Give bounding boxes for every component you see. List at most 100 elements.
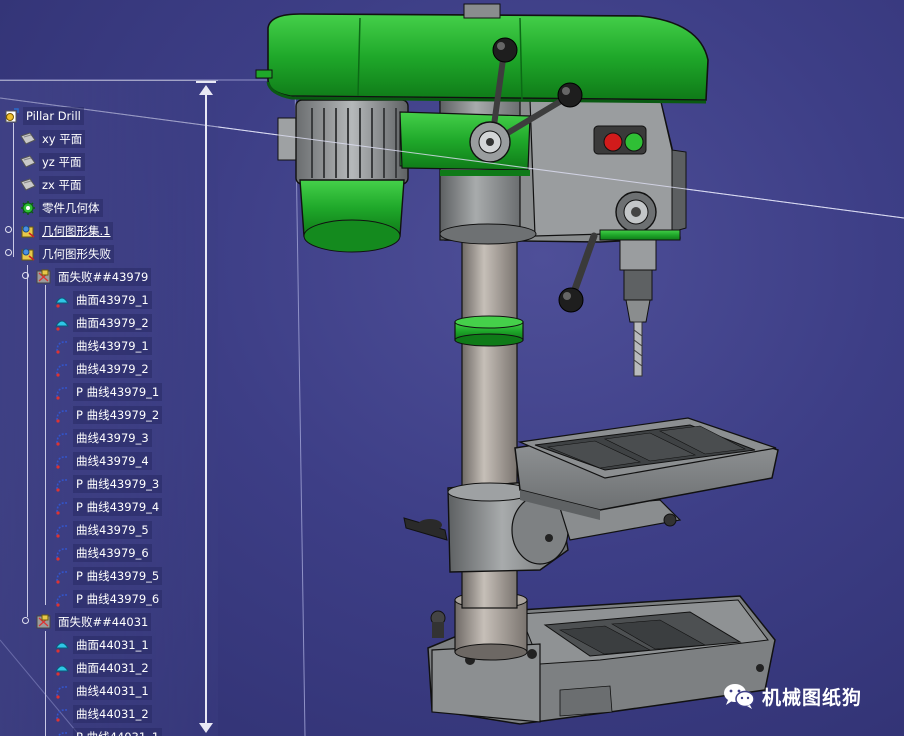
tree-node-label: P 曲线44031_1 bbox=[73, 728, 163, 736]
watermark: 机械图纸狗 bbox=[722, 678, 862, 714]
curve-icon bbox=[56, 548, 68, 561]
curve-icon bbox=[56, 502, 68, 515]
tree-connector bbox=[13, 123, 14, 257]
tree-node[interactable]: 曲线44031_1 bbox=[54, 681, 152, 701]
tree-node[interactable]: 零件几何体 bbox=[20, 198, 103, 218]
tree-expander-icon[interactable] bbox=[5, 249, 12, 256]
tree-node-label: 曲线44031_1 bbox=[73, 682, 152, 700]
belt-cover bbox=[255, 3, 709, 104]
tree-node[interactable]: 面失败##44031 bbox=[36, 612, 152, 632]
tree-node-label: 曲线44031_2 bbox=[73, 705, 152, 723]
curve-icon bbox=[57, 732, 68, 736]
scroll-down-arrow-icon[interactable] bbox=[199, 723, 213, 733]
tree-node[interactable]: 曲线43979_3 bbox=[54, 428, 152, 448]
tree-node-label: 曲面43979_2 bbox=[73, 314, 152, 332]
tree-node-label: 曲面43979_1 bbox=[73, 291, 152, 309]
tree-node[interactable]: zx 平面 bbox=[20, 175, 85, 195]
tree-node[interactable]: 曲面43979_1 bbox=[54, 290, 152, 310]
surface-icon bbox=[55, 642, 69, 653]
curve-icon bbox=[56, 709, 68, 722]
tree-node-label: P 曲线43979_4 bbox=[73, 498, 163, 516]
root-part-icon bbox=[5, 108, 19, 123]
tree-node-label: P 曲线43979_1 bbox=[73, 383, 163, 401]
tree-node-label: 曲线43979_1 bbox=[73, 337, 152, 355]
curve-icon bbox=[56, 686, 68, 699]
scroll-up-arrow-icon[interactable] bbox=[199, 85, 213, 95]
tree-node[interactable]: P 曲线44031_1 bbox=[54, 727, 163, 736]
tree-node[interactable]: Pillar Drill bbox=[4, 106, 84, 126]
tree-node-label: P 曲线43979_5 bbox=[73, 567, 163, 585]
tree-node[interactable]: 几何图形失败 bbox=[20, 244, 114, 264]
tree-node[interactable]: xy 平面 bbox=[20, 129, 86, 149]
curve-icon bbox=[56, 479, 68, 492]
tree-node[interactable]: 几何图形集.1 bbox=[20, 221, 114, 241]
tree-node[interactable]: 曲面44031_2 bbox=[54, 658, 152, 678]
tree-node-label: 曲面44031_1 bbox=[73, 636, 152, 654]
curve-icon bbox=[56, 410, 68, 423]
curve-icon bbox=[56, 571, 68, 584]
scrollbar-top-bar bbox=[196, 81, 216, 83]
failed-face-icon bbox=[36, 269, 51, 284]
watermark-text: 机械图纸狗 bbox=[762, 686, 863, 709]
tree-node-label: zx 平面 bbox=[39, 176, 85, 194]
tree-node-label: 零件几何体 bbox=[39, 199, 103, 217]
column-ring bbox=[454, 315, 524, 347]
tree-expander-icon[interactable] bbox=[5, 226, 12, 233]
tree-node[interactable]: 曲线43979_6 bbox=[54, 543, 152, 563]
tree-node[interactable]: 曲面44031_1 bbox=[54, 635, 152, 655]
tree-node-label: 曲线43979_2 bbox=[73, 360, 152, 378]
curve-icon bbox=[56, 387, 68, 400]
body-gear-icon bbox=[21, 201, 35, 215]
tree-node-label: 曲面44031_2 bbox=[73, 659, 152, 677]
curve-icon bbox=[56, 525, 68, 538]
tree-node[interactable]: P 曲线43979_4 bbox=[54, 497, 163, 517]
tree-node[interactable]: P 曲线43979_2 bbox=[54, 405, 163, 425]
tree-expander-icon[interactable] bbox=[22, 617, 29, 624]
specification-tree[interactable]: Pillar Drill xy 平面 yz 平面 zx 平面零件几何体几何图形集.1 几… bbox=[0, 80, 218, 736]
tree-node[interactable]: P 曲线43979_3 bbox=[54, 474, 163, 494]
scrollbar-rail[interactable] bbox=[205, 89, 207, 729]
surface-icon bbox=[55, 320, 69, 331]
tree-node[interactable]: P 曲线43979_1 bbox=[54, 382, 163, 402]
tree-node[interactable]: 面失败##43979 bbox=[36, 267, 152, 287]
tree-node-label: P 曲线43979_6 bbox=[73, 590, 163, 608]
tree-node-label: 几何图形失败 bbox=[39, 245, 114, 263]
tree-node[interactable]: 曲线43979_5 bbox=[54, 520, 152, 540]
tree-node-label: 曲线43979_5 bbox=[73, 521, 152, 539]
feed-handle-lower bbox=[558, 232, 598, 313]
tree-node-label: 曲线43979_4 bbox=[73, 452, 152, 470]
tree-node-label: P 曲线43979_2 bbox=[73, 406, 163, 424]
plane-icon bbox=[20, 155, 36, 168]
tree-node[interactable]: P 曲线43979_6 bbox=[54, 589, 163, 609]
tree-node-label: 几何图形集.1 bbox=[39, 222, 114, 240]
spindle-chuck bbox=[599, 229, 681, 377]
tree-node-label: P 曲线43979_3 bbox=[73, 475, 163, 493]
tree-scrollbar[interactable] bbox=[196, 81, 216, 736]
tree-expander-icon[interactable] bbox=[22, 272, 29, 279]
tree-node[interactable]: 曲线44031_2 bbox=[54, 704, 152, 724]
geometric-set-icon bbox=[21, 248, 35, 261]
plane-icon bbox=[20, 178, 36, 191]
tree-node[interactable]: 曲线43979_4 bbox=[54, 451, 152, 471]
curve-icon bbox=[56, 341, 68, 354]
curve-icon bbox=[56, 364, 68, 377]
tree-node[interactable]: P 曲线43979_5 bbox=[54, 566, 163, 586]
tree-connector bbox=[45, 285, 46, 605]
curve-icon bbox=[56, 433, 68, 446]
failed-face-icon bbox=[36, 614, 51, 629]
surface-icon bbox=[55, 297, 69, 308]
tree-node-label: 曲线43979_3 bbox=[73, 429, 152, 447]
tree-node-label: 面失败##43979 bbox=[55, 268, 152, 286]
plane-icon bbox=[20, 132, 36, 145]
tree-node-label: 面失败##44031 bbox=[55, 613, 152, 631]
tree-node[interactable]: 曲线43979_1 bbox=[54, 336, 152, 356]
tree-node[interactable]: yz 平面 bbox=[20, 152, 85, 172]
tree-node-label: 曲线43979_6 bbox=[73, 544, 152, 562]
3d-viewport[interactable]: Pillar Drill xy 平面 yz 平面 zx 平面零件几何体几何图形集.1 几… bbox=[0, 0, 904, 736]
tree-node[interactable]: 曲面43979_2 bbox=[54, 313, 152, 333]
tree-node-label: yz 平面 bbox=[39, 153, 85, 171]
surface-icon bbox=[55, 665, 69, 676]
tree-node-label: Pillar Drill bbox=[23, 107, 84, 125]
tree-node[interactable]: 曲线43979_2 bbox=[54, 359, 152, 379]
geometric-set-icon bbox=[21, 225, 35, 238]
